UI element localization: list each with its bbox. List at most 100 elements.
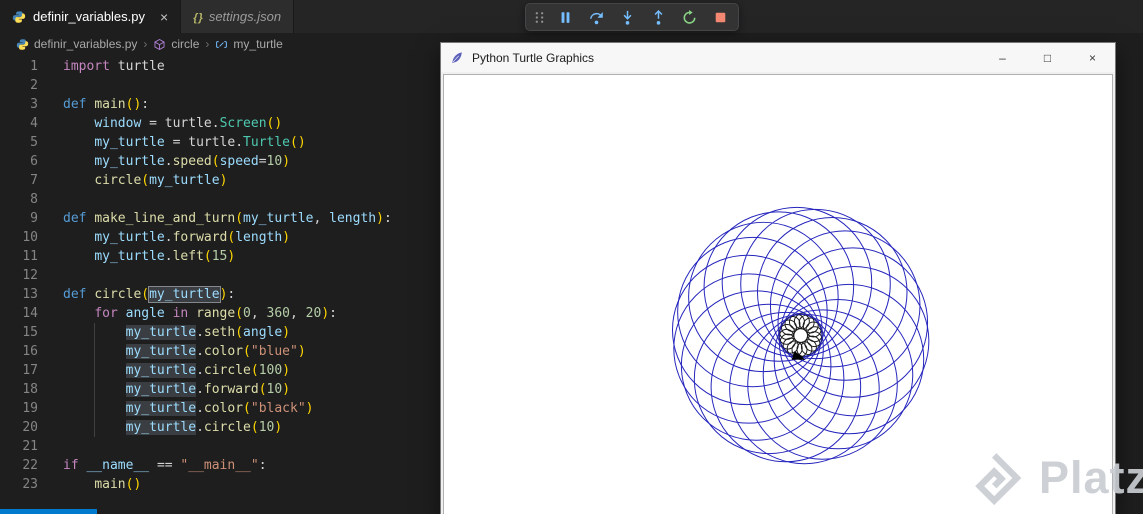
code-token: 10: [266, 382, 283, 397]
highlighted-token: my_turtle: [125, 363, 197, 378]
breadcrumb-item-my_turtle[interactable]: my_turtle: [215, 37, 283, 51]
code-token: :: [258, 458, 267, 473]
code-token: turtle: [109, 59, 165, 74]
code-token: .: [235, 135, 244, 150]
python-file-icon: [16, 38, 29, 51]
line-content: [38, 190, 63, 209]
line-content: my_turtle.left(15): [38, 247, 235, 266]
line-number[interactable]: 11: [0, 247, 38, 266]
tab-settings.json[interactable]: { } settings.json: [181, 0, 295, 33]
code-token: angle: [243, 325, 283, 340]
code-token: Turtle: [243, 135, 291, 150]
code-token: def: [63, 97, 87, 112]
step-into-button[interactable]: [614, 5, 640, 29]
code-token: (: [235, 306, 244, 321]
line-number[interactable]: 19: [0, 399, 38, 418]
code-token: my_turtle: [243, 211, 314, 226]
code-token: ,: [250, 306, 267, 321]
breadcrumb-item-definir_variables.py[interactable]: definir_variables.py: [16, 37, 137, 51]
maximize-icon[interactable]: □: [1025, 43, 1070, 72]
line-number[interactable]: 3: [0, 95, 38, 114]
code-token: (: [250, 420, 259, 435]
code-token: ): [282, 363, 291, 378]
code-token: ): [376, 211, 384, 226]
line-number[interactable]: 5: [0, 133, 38, 152]
restart-button[interactable]: [676, 5, 702, 29]
drag-handle[interactable]: [531, 5, 547, 29]
highlighted-token: my_turtle: [125, 382, 197, 397]
step-out-icon: [650, 9, 667, 26]
close-icon[interactable]: ×: [160, 10, 168, 24]
step-into-icon: [619, 9, 636, 26]
breadcrumb-label: my_turtle: [233, 37, 283, 51]
step-out-button[interactable]: [645, 5, 671, 29]
close-icon[interactable]: ×: [1070, 43, 1115, 72]
line-number[interactable]: 9: [0, 209, 38, 228]
indent-guide: [94, 323, 96, 342]
line-number[interactable]: 15: [0, 323, 38, 342]
line-number[interactable]: 13: [0, 285, 38, 304]
code-token: ,: [313, 211, 330, 226]
code-token: color: [203, 344, 244, 359]
code-token: color: [203, 401, 244, 416]
code-token: (: [141, 173, 150, 188]
code-token: ): [282, 230, 291, 245]
line-number[interactable]: 8: [0, 190, 38, 209]
line-number[interactable]: 7: [0, 171, 38, 190]
code-token: main: [94, 477, 126, 492]
line-content: my_turtle.forward(10): [38, 380, 290, 399]
line-number[interactable]: 10: [0, 228, 38, 247]
line-content: my_turtle = turtle.Turtle(): [38, 133, 305, 152]
line-number[interactable]: 1: [0, 57, 38, 76]
code-token: (: [141, 287, 150, 302]
line-number[interactable]: 23: [0, 475, 38, 494]
line-content: for angle in range(0, 360, 20):: [38, 304, 337, 323]
turtle-drawing: [671, 206, 930, 465]
code-token: ): [305, 401, 314, 416]
pause-icon: [557, 9, 574, 26]
line-content: if __name__ == "__main__":: [38, 456, 267, 475]
code-token: =: [141, 116, 165, 131]
turtle-window-titlebar[interactable]: Python Turtle Graphics – □ ×: [441, 43, 1115, 72]
line-number[interactable]: 21: [0, 437, 38, 456]
code-token: 100: [258, 363, 283, 378]
line-number[interactable]: 2: [0, 76, 38, 95]
highlighted-token: my_turtle: [125, 401, 197, 416]
tab-label: definir_variables.py: [33, 9, 146, 24]
stop-button[interactable]: [707, 5, 733, 29]
code-token: (: [250, 363, 259, 378]
breadcrumb-item-circle[interactable]: circle: [153, 37, 199, 51]
step-over-button[interactable]: [583, 5, 609, 29]
line-number[interactable]: 6: [0, 152, 38, 171]
line-number[interactable]: 14: [0, 304, 38, 323]
pause-button[interactable]: [552, 5, 578, 29]
highlighted-token: my_turtle: [125, 325, 197, 340]
code-token: 20: [305, 306, 322, 321]
feather-icon: [450, 51, 464, 65]
line-number[interactable]: 12: [0, 266, 38, 285]
line-number[interactable]: 17: [0, 361, 38, 380]
code-token: speed: [172, 154, 212, 169]
code-token: ): [219, 173, 228, 188]
line-number[interactable]: 22: [0, 456, 38, 475]
line-number[interactable]: 18: [0, 380, 38, 399]
code-token: =: [164, 135, 189, 150]
code-token: Screen: [219, 116, 267, 131]
tab-definir_variables.py[interactable]: definir_variables.py ×: [0, 0, 182, 33]
line-number[interactable]: 20: [0, 418, 38, 437]
symbol-method-icon: [153, 38, 166, 51]
code-token: seth: [203, 325, 236, 340]
line-number[interactable]: 4: [0, 114, 38, 133]
line-content: import turtle: [38, 57, 165, 76]
minimize-icon[interactable]: –: [980, 43, 1025, 72]
line-content: window = turtle.Screen(): [38, 114, 282, 133]
code-token: ): [297, 344, 306, 359]
code-token: .: [196, 401, 204, 416]
line-number[interactable]: 16: [0, 342, 38, 361]
chevron-right-icon: ›: [143, 37, 148, 51]
line-content: my_turtle.circle(10): [38, 418, 282, 437]
